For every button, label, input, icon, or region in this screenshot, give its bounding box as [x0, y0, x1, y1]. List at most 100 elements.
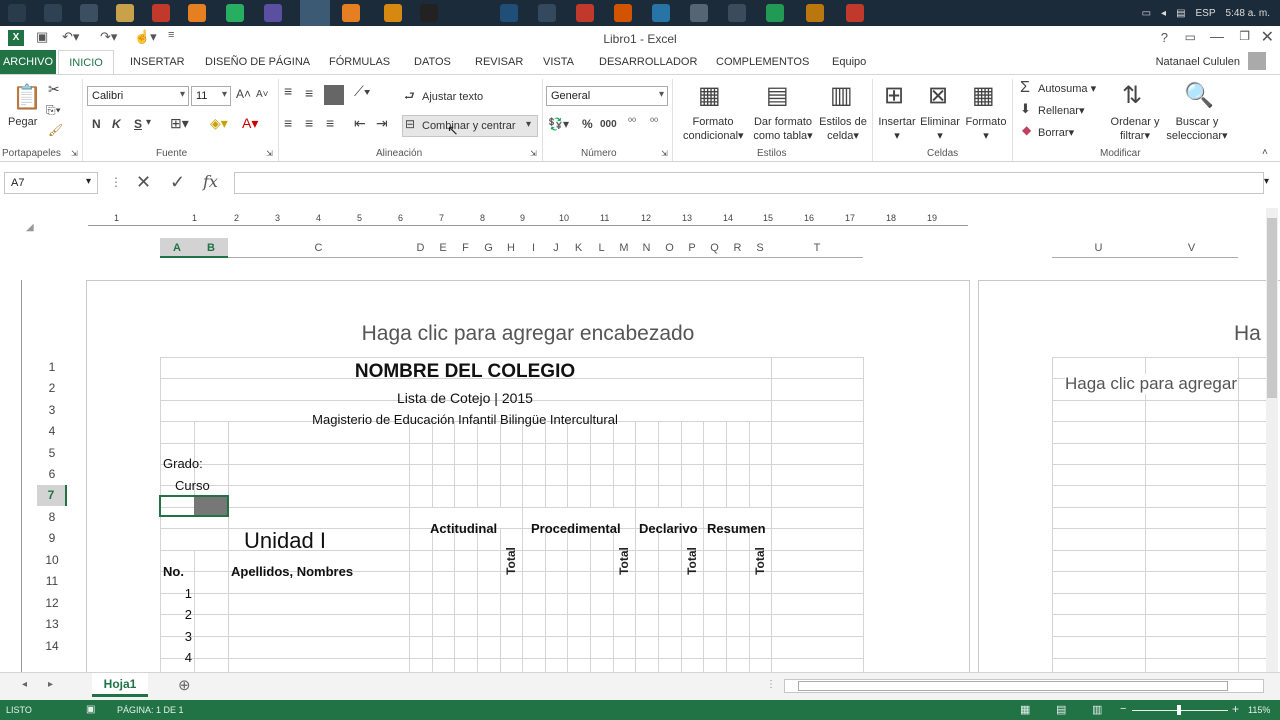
underline-button[interactable]: S [134, 117, 142, 131]
tab-datos[interactable]: DATOS [414, 56, 451, 68]
delete-cells-button[interactable]: Eliminar ▾ [918, 115, 962, 143]
increase-decimal-icon[interactable]: ⁰⁰ [628, 117, 636, 128]
column-header-v[interactable]: V [1145, 238, 1238, 258]
borders-icon[interactable]: ⊞▾ [170, 115, 189, 132]
conditional-format-icon[interactable]: ▦ [698, 81, 721, 110]
accounting-format-icon[interactable]: 💱▾ [548, 117, 569, 131]
underline-dropdown-icon[interactable]: ▾ [146, 117, 151, 128]
collapse-ribbon-icon[interactable]: ˄ [1262, 147, 1268, 158]
tab-complementos[interactable]: COMPLEMENTOS [716, 56, 809, 68]
column-header-k[interactable]: K [567, 238, 590, 258]
tab-vista[interactable]: VISTA [543, 56, 574, 68]
app-icon[interactable] [728, 4, 746, 22]
align-bottom-icon[interactable] [324, 85, 344, 105]
sheet-tab-hoja1[interactable]: Hoja1 [92, 673, 148, 697]
clear-button[interactable]: Borrar▾ [1038, 126, 1074, 140]
battery-icon[interactable]: ▭ [1142, 8, 1151, 19]
avatar[interactable] [1248, 52, 1266, 70]
row-header-9[interactable]: 9 [37, 528, 67, 549]
fill-color-icon[interactable]: ◈▾ [210, 115, 228, 132]
font-name-select[interactable]: Calibri [87, 86, 189, 106]
row-header-13[interactable]: 13 [37, 614, 67, 635]
align-middle-icon[interactable]: ≡ [305, 85, 313, 101]
app-icon[interactable] [538, 4, 556, 22]
column-header-l[interactable]: L [590, 238, 613, 258]
column-header-i[interactable]: I [522, 238, 545, 258]
column-header-r[interactable]: R [726, 238, 749, 258]
tab-formulas[interactable]: FÓRMULAS [329, 56, 390, 68]
column-header-q[interactable]: Q [703, 238, 726, 258]
tab-diseno-pagina[interactable]: DISEÑO DE PÁGINA [205, 56, 310, 68]
header-placeholder-right-2[interactable]: Haga clic para agregar [1065, 374, 1237, 394]
select-all-icon[interactable]: ◢ [26, 222, 34, 233]
cell-declarative[interactable]: Declarivo [639, 521, 698, 536]
decrease-font-icon[interactable]: A˅ [256, 89, 269, 100]
macro-record-icon[interactable]: ▣ [86, 704, 95, 715]
app-icon[interactable] [500, 4, 518, 22]
cell-total-3[interactable]: Total [685, 544, 699, 578]
fill-icon[interactable]: ⬇ [1020, 101, 1031, 117]
wrap-text-icon[interactable]: ⮐ [404, 87, 415, 108]
column-header-g[interactable]: G [477, 238, 500, 258]
merge-dropdown-icon[interactable]: ▾ [526, 119, 531, 130]
row-header-8[interactable]: 8 [37, 507, 67, 528]
cell-grade[interactable]: Grado: [163, 456, 203, 471]
vertical-scroll-thumb[interactable] [1267, 218, 1277, 398]
cell-procedural[interactable]: Procedimental [531, 521, 621, 536]
align-left-icon[interactable]: ≡ [284, 115, 292, 131]
cell-total-4[interactable]: Total [753, 544, 767, 578]
chrome-icon[interactable] [188, 4, 206, 22]
font-color-icon[interactable]: A▾ [242, 115, 258, 132]
column-header-p[interactable]: P [681, 238, 703, 258]
app-icon[interactable] [384, 4, 402, 22]
illustrator-icon[interactable] [576, 4, 594, 22]
vlc-icon[interactable] [342, 4, 360, 22]
orientation-icon[interactable]: ⟋▾ [354, 83, 371, 100]
align-center-icon[interactable]: ≡ [305, 115, 313, 131]
align-right-icon[interactable]: ≡ [326, 115, 334, 131]
tab-inicio[interactable]: INICIO [58, 50, 114, 75]
row-header-2[interactable]: 2 [37, 378, 67, 399]
tab-desarrollador[interactable]: DESARROLLADOR [599, 56, 697, 68]
column-header-j[interactable]: J [545, 238, 567, 258]
dialog-launcher-icon[interactable]: ⇲ [266, 149, 273, 158]
name-box[interactable]: A7 [4, 172, 98, 194]
tab-archivo[interactable]: ARCHIVO [0, 50, 56, 74]
row-header-6[interactable]: 6 [37, 464, 67, 485]
cell-attitudinal[interactable]: Actitudinal [430, 521, 497, 536]
app-icon[interactable] [806, 4, 824, 22]
app-icon[interactable] [614, 4, 632, 22]
column-header-m[interactable]: M [613, 238, 635, 258]
tab-insertar[interactable]: INSERTAR [130, 56, 185, 68]
row-header-5[interactable]: 5 [37, 443, 67, 464]
column-header-h[interactable]: H [500, 238, 522, 258]
column-header-d[interactable]: D [409, 238, 432, 258]
format-painter-icon[interactable]: 🖌 [48, 123, 63, 137]
row-header-3[interactable]: 3 [37, 400, 67, 421]
font-size-select[interactable]: 11 [191, 86, 231, 106]
tab-splitter-icon[interactable]: ⋮ [766, 679, 776, 690]
insert-cells-button[interactable]: Insertar ▾ [876, 115, 918, 143]
language-indicator[interactable]: ESP [1196, 8, 1216, 19]
autosum-icon[interactable]: Σ [1020, 79, 1030, 97]
column-header-t[interactable]: T [771, 238, 863, 258]
row-header-7[interactable]: 7 [37, 485, 67, 506]
fill-button[interactable]: Rellenar▾ [1038, 104, 1085, 118]
user-name[interactable]: Natanael Cululen [1156, 56, 1240, 68]
folder-icon[interactable] [116, 4, 134, 22]
cell-course[interactable]: Curso [175, 478, 210, 493]
cell-no-header[interactable]: No. [163, 564, 184, 579]
merge-center-icon[interactable]: ⊟ [405, 117, 415, 131]
format-cells-icon[interactable]: ▦ [972, 81, 995, 110]
paste-button[interactable]: Pegar [8, 115, 37, 129]
dialog-launcher-icon[interactable]: ⇲ [661, 149, 668, 158]
cell-list-title[interactable]: Lista de Cotejo | 2015 [160, 390, 770, 406]
cell-total-2[interactable]: Total [617, 544, 631, 578]
column-header-o[interactable]: O [658, 238, 681, 258]
italic-button[interactable]: K [112, 117, 121, 131]
align-top-icon[interactable]: ≡ [284, 83, 292, 99]
cell-summary[interactable]: Resumen [707, 521, 766, 536]
row-header-12[interactable]: 12 [37, 593, 67, 614]
cell-names-header[interactable]: Apellidos, Nombres [231, 564, 353, 579]
percent-icon[interactable]: % [582, 117, 593, 131]
